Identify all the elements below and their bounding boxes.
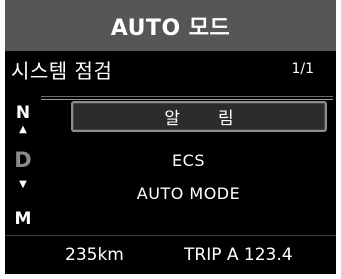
mode-title: AUTO 모드 [110, 15, 231, 41]
message-line: AUTO MODE [136, 184, 241, 203]
mode-header: AUTO 모드 [5, 0, 336, 51]
gear-m-label: M [14, 209, 32, 229]
trip-readout: TRIP A 123.4 [184, 245, 293, 265]
gear-d-label: D [14, 148, 32, 172]
gear-indicator: N ▲ D ▼ M [5, 101, 41, 233]
info-screen: 시스템 점검 1/1 N ▲ D ▼ M 알림 ECS AUTO MODE [5, 51, 336, 235]
page-indicator: 1/1 [291, 61, 314, 77]
shift-down-icon: ▼ [19, 179, 27, 190]
trip-footer: 235km TRIP A 123.4 [5, 235, 336, 274]
title-divider [41, 96, 333, 97]
alarm-banner: 알림 [71, 101, 327, 132]
screen-title: 시스템 점검 [11, 59, 113, 83]
cluster-display: AUTO 모드 시스템 점검 1/1 N ▲ D ▼ M 알림 ECS AUTO… [5, 0, 336, 274]
title-divider-highlight [41, 99, 333, 100]
message-line: ECS [172, 151, 205, 170]
gear-n-label: N [15, 103, 31, 123]
distance-readout: 235km [65, 245, 124, 265]
shift-up-icon: ▲ [19, 124, 27, 135]
alarm-label: 알림 [164, 109, 272, 129]
